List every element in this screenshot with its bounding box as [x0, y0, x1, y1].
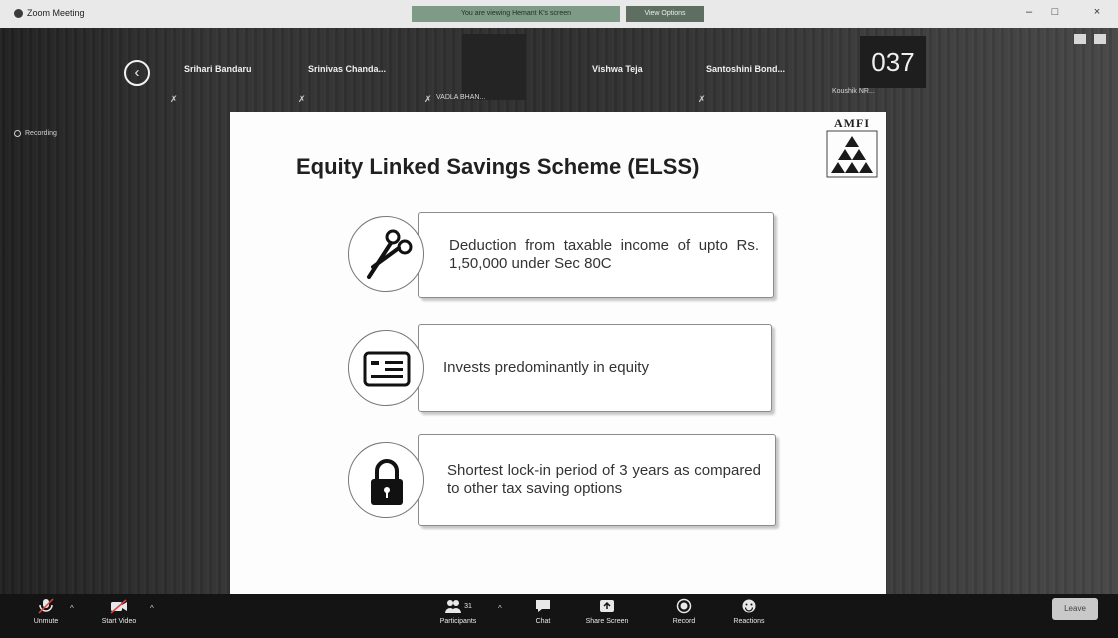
- record-button[interactable]: Record: [664, 598, 704, 625]
- point-icon-circle: [348, 442, 424, 518]
- video-off-icon: [110, 599, 127, 614]
- reactions-icon: [742, 599, 756, 613]
- participants-label: Participants: [439, 618, 477, 625]
- slide-point: Invests predominantly in equity: [348, 324, 778, 414]
- record-icon: [676, 598, 692, 614]
- chat-icon: [536, 600, 550, 612]
- chat-button[interactable]: Chat: [526, 598, 560, 625]
- share-banner: You are viewing Hemant K's screen: [412, 6, 620, 22]
- point-text: Shortest lock-in period of 3 years as co…: [418, 434, 776, 526]
- participants-button[interactable]: 31 Participants: [430, 598, 486, 625]
- scissors-icon: [367, 229, 413, 279]
- participant-gallery: ‹ Srihari Bandaru ✗ Srinivas Chanda... ✗…: [0, 28, 1118, 104]
- slide-title: Equity Linked Savings Scheme (ELSS): [296, 154, 700, 179]
- muted-mic-icon: ✗: [424, 94, 432, 104]
- participant-video-tile: [462, 34, 526, 100]
- share-screen-icon: [600, 600, 614, 612]
- muted-mic-icon: ✗: [698, 94, 706, 104]
- close-button[interactable]: ×: [1090, 6, 1104, 18]
- unmute-label: Unmute: [33, 618, 59, 625]
- reactions-label: Reactions: [733, 618, 765, 625]
- slide-point: Deduction from taxable income of upto Rs…: [348, 212, 778, 302]
- participant-name: Srinivas Chanda...: [308, 64, 387, 74]
- zoom-logo-icon: [14, 8, 23, 18]
- point-icon-circle: [348, 330, 424, 406]
- window-titlebar: Zoom Meeting You are viewing Hemant K's …: [0, 0, 1118, 28]
- participant-name: Srihari Bandaru: [184, 64, 252, 74]
- recording-icon: [14, 130, 21, 137]
- participants-icon: [445, 600, 462, 613]
- start-video-label: Start Video: [101, 618, 137, 625]
- logo-text: AMFI: [834, 116, 870, 130]
- gallery-prev-button[interactable]: ‹: [124, 60, 150, 86]
- share-screen-label: Share Screen: [585, 618, 629, 625]
- muted-mic-icon: ✗: [170, 94, 178, 104]
- unmute-button[interactable]: Unmute: [26, 598, 66, 625]
- participants-options-caret[interactable]: ^: [498, 604, 502, 613]
- meeting-toolbar: Unmute ^ Start Video ^ 31 Participants ^…: [0, 594, 1118, 638]
- start-video-button[interactable]: Start Video: [94, 598, 144, 625]
- point-text: Deduction from taxable income of upto Rs…: [418, 212, 774, 298]
- video-options-caret[interactable]: ^: [150, 604, 154, 613]
- app-title-text: Zoom Meeting: [27, 8, 85, 18]
- participant-name: Vishwa Teja: [592, 64, 643, 74]
- amfi-logo: AMFI: [826, 116, 878, 178]
- recording-indicator: Recording: [14, 130, 57, 137]
- id-card-icon: [363, 351, 411, 387]
- record-label: Record: [672, 618, 696, 625]
- participant-video-tile-number: 037: [860, 36, 926, 88]
- video-tile-caption: VADLA BHAN...: [436, 94, 486, 101]
- minimize-button[interactable]: –: [1022, 6, 1036, 18]
- app-title: Zoom Meeting: [14, 8, 85, 18]
- view-options-button[interactable]: View Options: [626, 6, 704, 22]
- slide-point: Shortest lock-in period of 3 years as co…: [348, 434, 778, 526]
- muted-mic-icon: [38, 598, 54, 614]
- point-icon-circle: [348, 216, 424, 292]
- recording-label: Recording: [25, 130, 57, 137]
- point-text: Invests predominantly in equity: [418, 324, 772, 412]
- audio-options-caret[interactable]: ^: [70, 604, 74, 613]
- participant-name: Santoshini Bond...: [706, 64, 785, 74]
- padlock-icon: [371, 459, 403, 505]
- reactions-button[interactable]: Reactions: [724, 598, 774, 625]
- shared-screen-slide: Equity Linked Savings Scheme (ELSS) AMFI…: [230, 112, 886, 598]
- muted-mic-icon: ✗: [298, 94, 306, 104]
- chat-label: Chat: [535, 618, 551, 625]
- share-screen-button[interactable]: Share Screen: [582, 598, 632, 625]
- video-tile-caption: Koushik NR...: [832, 88, 875, 95]
- leave-button[interactable]: Leave: [1052, 598, 1098, 620]
- participants-count: 31: [464, 602, 472, 610]
- maximize-button[interactable]: □: [1048, 6, 1062, 18]
